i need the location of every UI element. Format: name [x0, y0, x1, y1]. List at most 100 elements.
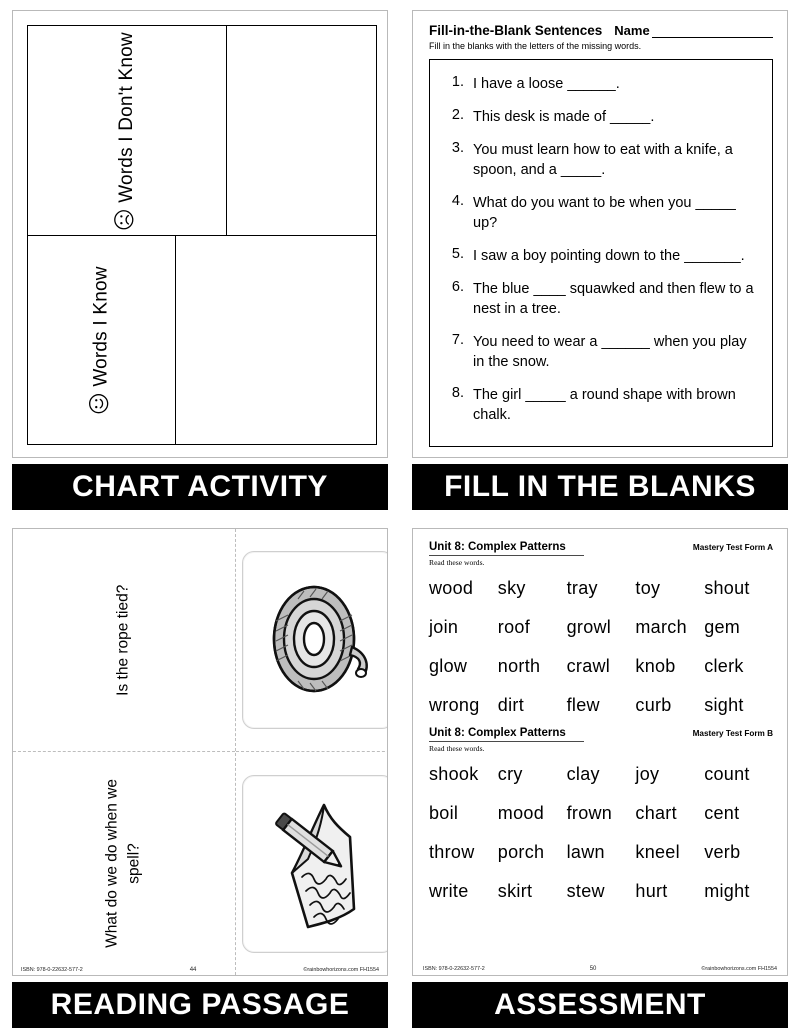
name-write-line[interactable]: [651, 27, 773, 38]
footer-page-number: 44: [189, 967, 197, 973]
word-item: wood: [429, 578, 474, 598]
word-item: shout: [704, 578, 750, 598]
coiled-rope-illustration: [272, 585, 368, 693]
pencil-and-paper-illustration: [275, 803, 356, 928]
word-item: flew: [566, 695, 600, 715]
word-item: chart: [635, 803, 677, 823]
question-text: The girl _____ a round shape with brown …: [473, 387, 736, 423]
question-number: 6.: [451, 279, 464, 295]
chart-row-header: Words I Know: [28, 236, 177, 444]
word-item: curb: [635, 695, 672, 715]
word-item: growl: [566, 617, 612, 637]
panel-reading-passage: Is the rope tied? What do we do when we …: [0, 518, 400, 1036]
question-text: I saw a boy pointing down to the _______…: [473, 248, 745, 264]
word-item: roof: [497, 617, 531, 637]
page-footer: ISBN: 978-0-22632-577-2 44 ©rainbowhoriz…: [13, 967, 387, 973]
word-item: verb: [704, 842, 741, 862]
knowledge-chart-table: Words I Don't Know Words I Know: [27, 25, 377, 445]
question-number: 3.: [451, 140, 464, 156]
word-item: march: [635, 617, 687, 637]
test-form-label: Mastery Test Form B: [692, 729, 773, 738]
worksheet-instructions: Fill in the blanks with the letters of t…: [429, 41, 642, 51]
word-item: cry: [497, 764, 523, 784]
worksheet-header: Fill-in-the-Blank Sentences Name: [429, 23, 773, 38]
chart-write-area-know[interactable]: [176, 236, 376, 444]
question-number: 4.: [451, 193, 464, 209]
reading-passage-sheet: Is the rope tied? What do we do when we …: [12, 528, 388, 976]
panel-chart-activity: Words I Don't Know Words I Know CHART AC…: [0, 0, 400, 518]
picture-card: [242, 551, 387, 729]
word-item: wrong: [429, 695, 480, 715]
name-label: Name: [614, 23, 650, 38]
word-item: dirt: [497, 695, 525, 715]
panel-caption-reading-passage: READING PASSAGE: [12, 982, 388, 1028]
word-item: frown: [566, 803, 613, 823]
word-item: joy: [635, 764, 660, 784]
question-text: This desk is made of _____.: [473, 109, 655, 125]
word-list-grid: wood sky tray toy shout join roof growl …: [429, 569, 773, 725]
word-item: knob: [635, 656, 676, 676]
picture-card: [242, 774, 387, 953]
caption-text: ASSESSMENT: [494, 988, 706, 1021]
unit-header: Unit 8: Complex Patterns Mastery Test Fo…: [429, 541, 773, 556]
word-item: stew: [566, 881, 605, 901]
chart-row-label: Words I Know: [90, 266, 112, 387]
question-number: 5.: [451, 246, 464, 262]
question-item: 3. You must learn how to eat with a knif…: [446, 140, 756, 180]
panel-fill-in-the-blanks: Fill-in-the-Blank Sentences Name Fill in…: [400, 0, 800, 518]
chart-activity-sheet: Words I Don't Know Words I Know: [12, 10, 388, 458]
name-field[interactable]: Name: [614, 23, 773, 38]
word-item: tray: [566, 578, 598, 598]
reading-card-question: What do we do when we spell?: [13, 752, 235, 975]
word-item: hurt: [635, 881, 668, 901]
word-item: porch: [497, 842, 545, 862]
word-item: might: [704, 881, 750, 901]
footer-page-number: 50: [589, 966, 597, 972]
reading-card-image-cell: [236, 529, 387, 752]
question-item: 6. The blue ____ squawked and then flew …: [446, 279, 756, 319]
chart-row-header: Words I Don't Know: [28, 26, 227, 235]
unit-header: Unit 8: Complex Patterns Mastery Test Fo…: [429, 727, 773, 742]
chart-write-area-dont-know[interactable]: [226, 26, 376, 235]
word-item: clerk: [704, 656, 744, 676]
unit-title: Unit 8: Complex Patterns: [429, 727, 584, 742]
question-item: 4. What do you want to be when you _____…: [446, 193, 756, 233]
chart-row-words-i-dont-know: Words I Don't Know: [28, 26, 376, 235]
card-question-text: What do we do when we spell?: [103, 779, 143, 948]
word-item: toy: [635, 578, 661, 598]
reading-card-question: Is the rope tied?: [13, 529, 235, 752]
panel-caption-fill-in-the-blanks: FILL IN THE BLANKS: [412, 464, 788, 510]
panel-caption-assessment: ASSESSMENT: [412, 982, 788, 1028]
chart-row-words-i-know: Words I Know: [28, 235, 376, 444]
assessment-sheet: Unit 8: Complex Patterns Mastery Test Fo…: [412, 528, 788, 976]
question-item: 1. I have a loose ______.: [446, 74, 756, 94]
reading-passage-images-column: [236, 529, 387, 975]
word-item: cent: [704, 803, 740, 823]
caption-text: CHART ACTIVITY: [72, 470, 328, 503]
footer-isbn: ISBN: 978-0-22632-577-2: [423, 966, 485, 972]
word-item: mood: [497, 803, 545, 823]
word-item: boil: [429, 803, 459, 823]
assessment-unit-form-b: Unit 8: Complex Patterns Mastery Test Fo…: [429, 727, 773, 911]
assessment-unit-form-a: Unit 8: Complex Patterns Mastery Test Fo…: [429, 541, 773, 725]
worksheet-title: Fill-in-the-Blank Sentences: [429, 23, 603, 38]
word-item: kneel: [635, 842, 680, 862]
panel-assessment: Unit 8: Complex Patterns Mastery Test Fo…: [400, 518, 800, 1036]
question-number: 7.: [451, 332, 464, 348]
questions-box: 1. I have a loose ______. 2. This desk i…: [429, 59, 773, 447]
word-item: lawn: [566, 842, 605, 862]
worksheet-collage: Words I Don't Know Words I Know CHART AC…: [0, 0, 800, 1036]
word-item: shook: [429, 764, 479, 784]
question-text: I have a loose ______.: [473, 76, 620, 92]
page-footer: ISBN: 978-0-22632-577-2 50 ©rainbowhoriz…: [413, 966, 787, 972]
unit-title: Unit 8: Complex Patterns: [429, 541, 584, 556]
question-text: The blue ____ squawked and then flew to …: [473, 281, 754, 317]
frowning-face-icon: [114, 209, 140, 229]
question-item: 8. The girl _____ a round shape with bro…: [446, 385, 756, 425]
reading-card-image-cell: [236, 752, 387, 975]
word-item: skirt: [497, 881, 533, 901]
word-item: sight: [704, 695, 744, 715]
word-item: crawl: [566, 656, 611, 676]
question-number: 8.: [451, 385, 464, 401]
word-item: glow: [429, 656, 468, 676]
